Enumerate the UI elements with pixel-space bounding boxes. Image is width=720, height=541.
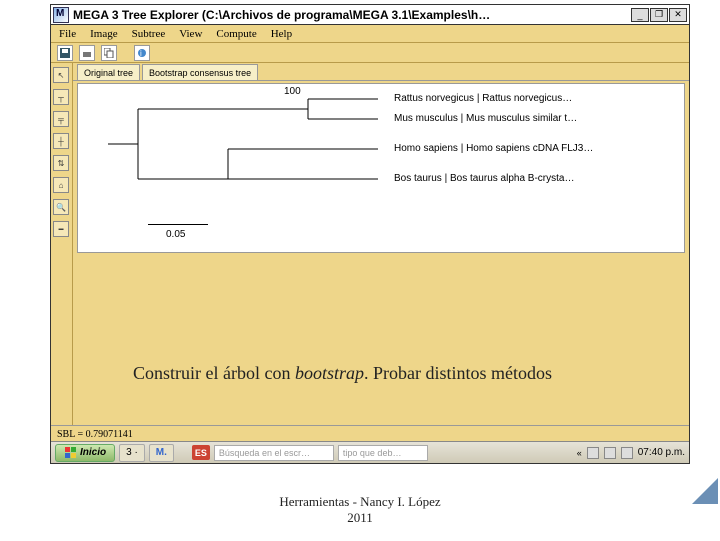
leaf-bos: Bos taurus | Bos taurus alpha B-crysta… [394, 173, 574, 184]
leaf-rattus: Rattus norvegicus | Rattus norvegicus… [394, 93, 572, 104]
windows-taskbar: Inicio 3 · M. ES Búsqueda en el escr… ti… [51, 441, 689, 463]
tool-flip-icon[interactable]: ⇅ [53, 155, 69, 171]
window-title: MEGA 3 Tree Explorer (C:\Archivos de pro… [73, 8, 631, 22]
clock[interactable]: 07:40 p.m. [638, 447, 685, 458]
windows-logo-icon [64, 447, 76, 459]
note-pre: Construir el árbol con [133, 363, 295, 383]
phylo-tree [78, 84, 378, 234]
instruction-note: Construir el árbol con bootstrap. Probar… [133, 363, 552, 384]
note-post: . Probar distintos métodos [364, 363, 552, 383]
footer-line-1: Herramientas - Nancy I. López [0, 494, 720, 510]
system-tray: « 07:40 p.m. [577, 447, 685, 459]
tray-expand-icon[interactable]: « [577, 448, 582, 458]
menu-help[interactable]: Help [271, 28, 292, 40]
svg-text:i: i [140, 49, 142, 58]
content: Original tree Bootstrap consensus tree [73, 63, 689, 425]
task-group-2[interactable]: M. [149, 444, 174, 462]
tab-strip: Original tree Bootstrap consensus tree [73, 63, 689, 81]
leaf-mus: Mus musculus | Mus musculus similar t… [394, 113, 577, 124]
tool-zoom-icon[interactable]: 🔍 [53, 199, 69, 215]
scale-value: 0.05 [166, 229, 185, 240]
tool-tree1-icon[interactable]: ┬ [53, 89, 69, 105]
desktop-search-input-2[interactable]: tipo que deb… [338, 445, 428, 461]
copy-icon[interactable] [101, 45, 117, 61]
language-indicator[interactable]: ES [192, 445, 210, 460]
start-label: Inicio [80, 447, 106, 458]
note-em: bootstrap [295, 363, 364, 383]
app-window: MEGA 3 Tree Explorer (C:\Archivos de pro… [50, 4, 690, 464]
scale-bar [148, 224, 208, 225]
maximize-button[interactable]: ❐ [650, 8, 668, 22]
tool-root-icon[interactable]: ⌂ [53, 177, 69, 193]
info-icon[interactable]: i [134, 45, 150, 61]
menu-file[interactable]: File [59, 28, 76, 40]
tab-bootstrap[interactable]: Bootstrap consensus tree [142, 64, 258, 80]
bootstrap-value: 100 [284, 86, 301, 97]
menu-view[interactable]: View [179, 28, 202, 40]
footer-line-2: 2011 [0, 510, 720, 526]
tool-cursor-icon[interactable]: ↖ [53, 67, 69, 83]
tray-icon-2[interactable] [604, 447, 616, 459]
print-icon[interactable] [79, 45, 95, 61]
tool-tree2-icon[interactable]: ╤ [53, 111, 69, 127]
title-bar: MEGA 3 Tree Explorer (C:\Archivos de pro… [51, 5, 689, 25]
menu-subtree[interactable]: Subtree [132, 28, 166, 40]
tray-icon-3[interactable] [621, 447, 633, 459]
menu-compute[interactable]: Compute [216, 28, 256, 40]
start-button[interactable]: Inicio [55, 444, 115, 462]
desktop-search-input[interactable]: Búsqueda en el escr… [214, 445, 334, 461]
save-icon[interactable] [57, 45, 73, 61]
menu-bar: File Image Subtree View Compute Help [51, 25, 689, 43]
body: ↖ ┬ ╤ ┼ ⇅ ⌂ 🔍 ━ Original tree Bootstrap … [51, 63, 689, 425]
side-toolbar: ↖ ┬ ╤ ┼ ⇅ ⌂ 🔍 ━ [51, 63, 73, 425]
status-text: SBL = 0.79071141 [57, 429, 133, 440]
tool-scale-icon[interactable]: ━ [53, 221, 69, 237]
toolbar: i [51, 43, 689, 63]
footer-credit: Herramientas - Nancy I. López 2011 [0, 494, 720, 541]
tab-original[interactable]: Original tree [77, 64, 140, 80]
tray-icon-1[interactable] [587, 447, 599, 459]
tool-tree3-icon[interactable]: ┼ [53, 133, 69, 149]
app-icon [53, 7, 69, 23]
close-button[interactable]: ✕ [669, 8, 687, 22]
task-group-1[interactable]: 3 · [119, 444, 145, 462]
minimize-button[interactable]: _ [631, 8, 649, 22]
tree-canvas: 100 Rattus norvegicus | Rattus norvegicu… [77, 83, 685, 253]
leaf-homo: Homo sapiens | Homo sapiens cDNA FLJ3… [394, 143, 593, 154]
menu-image[interactable]: Image [90, 28, 117, 40]
